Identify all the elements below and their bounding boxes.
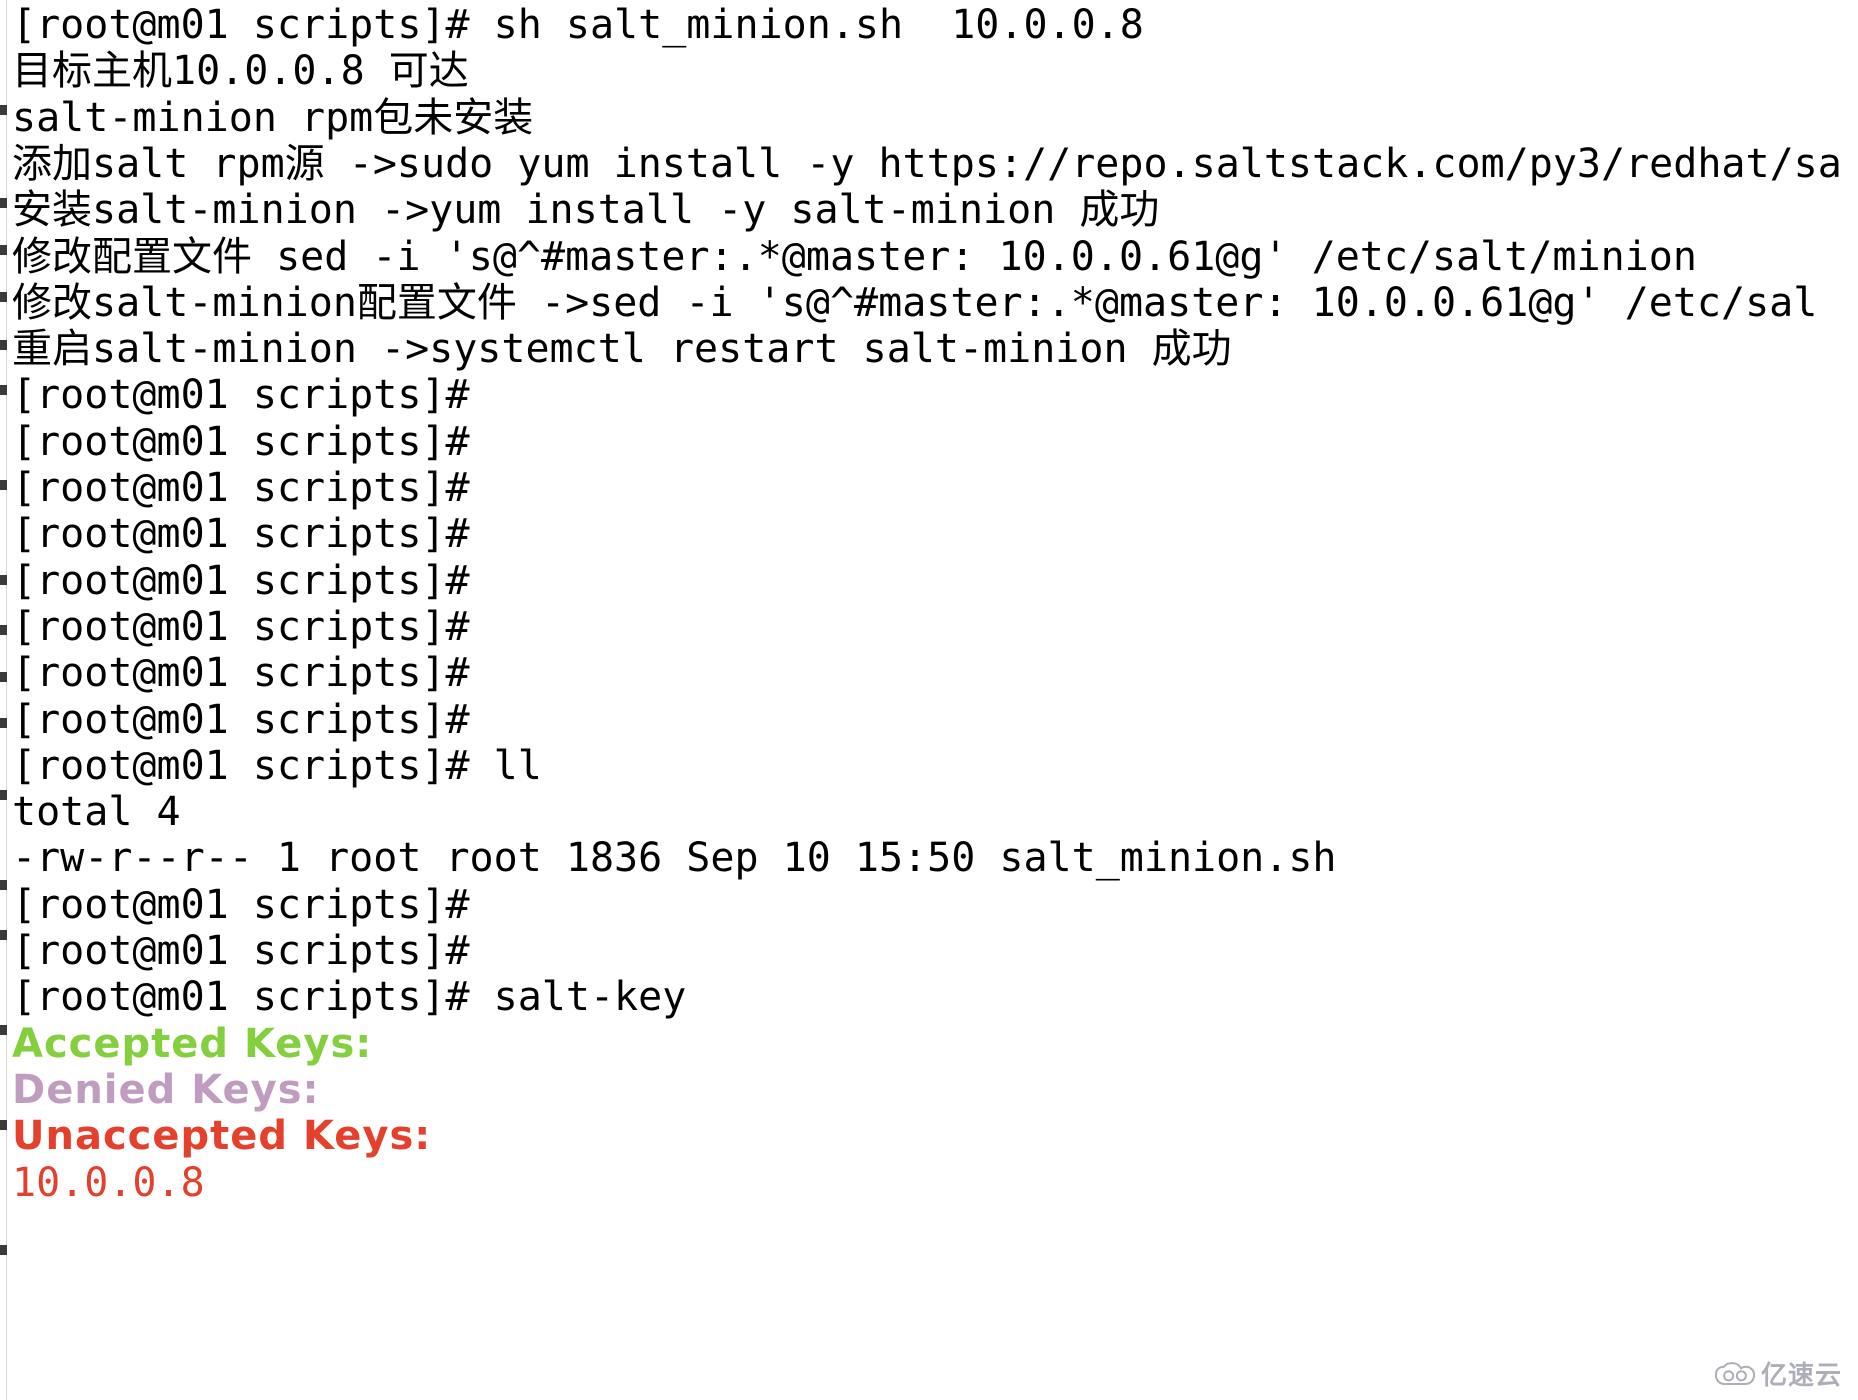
terminal-line: 目标主机10.0.0.8 可达 bbox=[12, 48, 469, 95]
terminal-line: [root@m01 scripts]# bbox=[12, 603, 470, 650]
gutter-tick bbox=[0, 575, 7, 585]
gutter-tick bbox=[0, 718, 7, 728]
terminal-line: [root@m01 scripts]# ll bbox=[12, 742, 542, 789]
terminal-line: [root@m01 scripts]# bbox=[12, 928, 470, 974]
gutter-tick bbox=[0, 930, 7, 940]
terminal-line: 修改配置文件 sed -i 's@^#master:.*@master: 10.… bbox=[12, 233, 1697, 280]
gutter-tick bbox=[0, 1120, 7, 1130]
gutter-tick bbox=[0, 198, 7, 208]
terminal-line: 安装salt-minion ->yum install -y salt-mini… bbox=[12, 187, 1160, 234]
terminal-line: total 4 bbox=[12, 789, 181, 836]
gutter-tick bbox=[0, 480, 7, 490]
terminal-line: [root@m01 scripts]# bbox=[12, 650, 470, 697]
gutter-tick bbox=[0, 625, 7, 635]
terminal-line: [root@m01 scripts]# bbox=[12, 557, 470, 604]
terminal-line: Unaccepted Keys: bbox=[12, 1113, 432, 1160]
terminal-line: 修改salt-minion配置文件 ->sed -i 's@^#master:.… bbox=[12, 279, 1818, 326]
gutter-tick bbox=[0, 672, 7, 682]
terminal-line: [root@m01 scripts]# bbox=[12, 511, 470, 558]
gutter-tick bbox=[0, 340, 7, 350]
cloud-swirl-logo-icon bbox=[1714, 1361, 1755, 1385]
terminal-line: -rw-r--r-- 1 root root 1836 Sep 10 15:50… bbox=[12, 835, 1337, 882]
watermark-text: 亿速云 bbox=[1760, 1361, 1842, 1391]
gutter-tick bbox=[0, 245, 7, 255]
terminal-window: [root@m01 scripts]# sh salt_minion.sh 10… bbox=[0, 0, 1858, 1400]
terminal-line: [root@m01 scripts]# bbox=[12, 418, 470, 465]
terminal-line: [root@m01 scripts]# sh salt_minion.sh 10… bbox=[12, 2, 1144, 48]
terminal-left-gutter bbox=[0, 0, 7, 1400]
watermark: 亿速云 bbox=[1714, 1355, 1842, 1392]
terminal-line: 添加salt rpm源 ->sudo yum install -y https:… bbox=[12, 140, 1842, 187]
gutter-tick bbox=[0, 1025, 7, 1035]
terminal-line: [root@m01 scripts]# bbox=[12, 372, 470, 419]
gutter-tick bbox=[0, 880, 7, 890]
gutter-tick bbox=[0, 385, 7, 395]
terminal-line: salt-minion rpm包未安装 bbox=[12, 94, 534, 141]
terminal-line: 重启salt-minion ->systemctl restart salt-m… bbox=[12, 326, 1232, 373]
terminal-line: 10.0.0.8 bbox=[12, 1159, 205, 1206]
terminal-line: [root@m01 scripts]# salt-key bbox=[12, 974, 687, 1021]
gutter-tick bbox=[0, 790, 7, 800]
terminal-line: [root@m01 scripts]# bbox=[12, 465, 470, 511]
gutter-tick bbox=[0, 292, 7, 302]
terminal-output-area[interactable]: [root@m01 scripts]# sh salt_minion.sh 10… bbox=[0, 0, 1858, 1400]
terminal-line: [root@m01 scripts]# bbox=[12, 696, 470, 743]
terminal-line: Accepted Keys: bbox=[12, 1020, 373, 1067]
gutter-tick bbox=[0, 105, 7, 115]
terminal-line: [root@m01 scripts]# bbox=[12, 881, 470, 928]
terminal-line: Denied Keys: bbox=[12, 1066, 320, 1113]
gutter-tick bbox=[0, 1245, 7, 1255]
